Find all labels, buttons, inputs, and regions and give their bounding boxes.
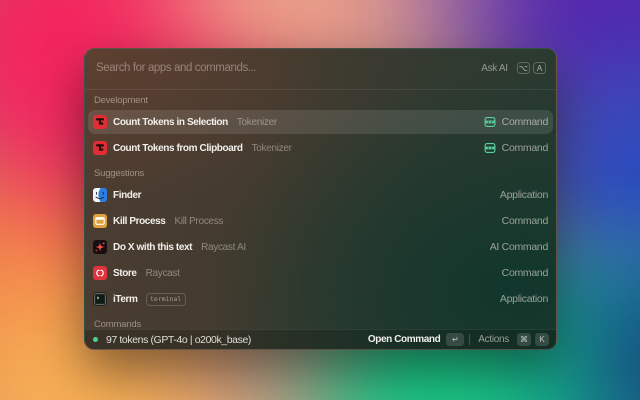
raycast-window: Search for apps and commands... Ask AI ⌥…: [84, 48, 557, 350]
cmd-key-icon: ⌘: [517, 333, 531, 346]
item-subtitle: Raycast: [146, 268, 180, 279]
command-green-icon: [484, 116, 496, 128]
iterm-icon: [93, 292, 107, 306]
item-tag: terminal: [146, 293, 186, 306]
item-type-label: AI Command: [490, 241, 548, 253]
k-key: K: [535, 333, 549, 346]
list-item[interactable]: Count Tokens in Selection Tokenizer Comman…: [88, 110, 553, 134]
status-dot: [93, 337, 98, 342]
ask-ai-shortcut[interactable]: Ask AI ⌥ A: [481, 62, 546, 75]
list-item[interactable]: Do X with this text Raycast AI AI Command: [88, 235, 553, 259]
item-type-label: Application: [500, 189, 548, 201]
search-bar[interactable]: Search for apps and commands... Ask AI ⌥…: [85, 49, 556, 90]
item-title: iTerm: [113, 294, 138, 305]
item-title: Count Tokens from Clipboard: [113, 143, 243, 154]
ask-ai-label: Ask AI: [481, 63, 508, 74]
option-key-icon: ⌥: [517, 62, 530, 75]
item-type-label: Application: [500, 293, 548, 305]
section-header-suggestions: Suggestions: [94, 167, 547, 181]
item-title: Kill Process: [113, 216, 165, 227]
list-item[interactable]: Count Tokens from Clipboard Tokenizer Comm…: [88, 136, 553, 160]
list-item[interactable]: Finder Application: [88, 183, 553, 207]
return-key-icon: ↵: [446, 333, 464, 346]
actions-button[interactable]: Actions: [478, 334, 509, 345]
raycast-ai-icon: [93, 240, 107, 254]
footer-bar: 97 tokens (GPT-4o | o200k_base) Open Com…: [85, 329, 556, 349]
search-input[interactable]: Search for apps and commands...: [96, 62, 481, 74]
tokenizer-icon: [93, 115, 107, 129]
item-subtitle: Tokenizer: [252, 143, 292, 154]
status-text: 97 tokens (GPT-4o | o200k_base): [106, 334, 251, 346]
a-key: A: [533, 62, 546, 75]
item-title: Store: [113, 268, 137, 279]
kill-process-icon: [93, 214, 107, 228]
item-title: Do X with this text: [113, 242, 192, 253]
finder-icon: [93, 188, 107, 202]
raycast-store-icon: [93, 266, 107, 280]
footer-divider: [469, 334, 470, 345]
tokenizer-icon: [93, 141, 107, 155]
item-type-label: Command: [502, 215, 548, 227]
open-command-button[interactable]: Open Command: [368, 334, 440, 345]
item-subtitle: Raycast AI: [201, 242, 246, 253]
list-item[interactable]: Store Raycast Command: [88, 261, 553, 285]
item-type-label: Command: [502, 267, 548, 279]
item-subtitle: Kill Process: [174, 216, 223, 227]
item-subtitle: Tokenizer: [237, 117, 277, 128]
command-green-icon: [484, 142, 496, 154]
item-type-label: Command: [502, 142, 548, 154]
results-list: Development Count Tokens in Selection Toke…: [85, 91, 556, 329]
section-header-commands: Commands: [94, 318, 547, 329]
item-title: Count Tokens in Selection: [113, 117, 228, 128]
section-header-development: Development: [94, 94, 547, 108]
item-type-label: Command: [502, 116, 548, 128]
list-item[interactable]: iTerm terminal Application: [88, 287, 553, 311]
item-title: Finder: [113, 190, 141, 201]
list-item[interactable]: Kill Process Kill Process Command: [88, 209, 553, 233]
